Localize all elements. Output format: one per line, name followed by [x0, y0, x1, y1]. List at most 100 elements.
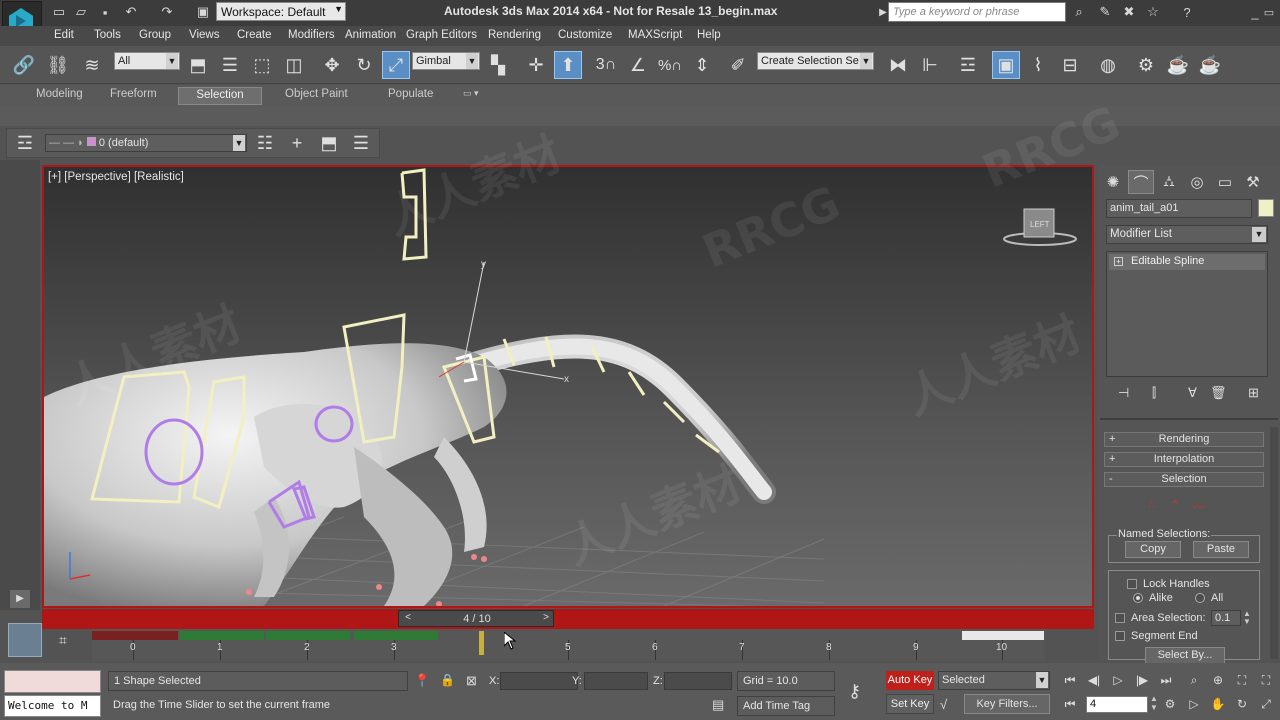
save-file-icon[interactable]: ▪	[96, 3, 114, 21]
bind-space-warp-icon[interactable]: ≋	[78, 51, 106, 79]
ribbon-options-icon[interactable]: ▭ ▾	[455, 87, 487, 105]
rollout-rendering[interactable]: + Rendering	[1104, 432, 1264, 447]
set-keys-key-icon[interactable]: ⚷	[848, 681, 861, 702]
object-color-swatch[interactable]	[1258, 199, 1274, 217]
rollout-selection[interactable]: - Selection	[1104, 472, 1264, 487]
pin-stack-icon[interactable]: ⊣	[1118, 385, 1129, 401]
selection-filter-dropdown[interactable]: All ▼	[114, 52, 180, 70]
menu-help[interactable]: Help	[697, 29, 721, 41]
motion-tab-icon[interactable]: ◎	[1184, 170, 1210, 194]
named-selection-dropdown[interactable]: Create Selection Se ▼	[757, 52, 874, 70]
configure-modifier-sets-icon[interactable]: ⊞	[1248, 385, 1259, 401]
help-icon[interactable]: ?	[1178, 3, 1196, 21]
alike-radio[interactable]	[1133, 593, 1143, 603]
select-in-layer-icon[interactable]: ⬒	[315, 129, 343, 157]
command-panel-scrollbar[interactable]	[1270, 427, 1278, 659]
select-and-move-icon[interactable]: ✥	[318, 51, 346, 79]
current-frame-marker[interactable]	[479, 631, 484, 655]
time-slider[interactable]: < 4 / 10 >	[398, 610, 554, 627]
zoom-extents-icon[interactable]: ⛶	[1232, 671, 1252, 689]
menu-customize[interactable]: Customize	[558, 29, 612, 41]
menu-tools[interactable]: Tools	[94, 29, 121, 41]
stack-item-editable-spline[interactable]: + Editable Spline	[1109, 254, 1265, 270]
render-setup-icon[interactable]: ⚙	[1132, 51, 1160, 79]
create-new-layer-icon[interactable]: ☷	[251, 129, 279, 157]
spinner-arrows-icon[interactable]: ▲ ▼	[1243, 610, 1251, 626]
add-to-layer-icon[interactable]: +	[283, 129, 311, 157]
spline-level-icon[interactable]: 〰	[1192, 498, 1204, 515]
tab-object-paint[interactable]: Object Paint	[277, 87, 356, 105]
y-coord-field[interactable]	[584, 672, 648, 690]
binoculars-icon[interactable]: ⌕	[1070, 3, 1088, 21]
viewcube[interactable]: LEFT	[1003, 208, 1077, 246]
object-name-field[interactable]: anim_tail_a01	[1106, 199, 1252, 218]
subscription-icon[interactable]: ✎	[1096, 3, 1114, 21]
key-filters-button[interactable]: Key Filters...	[964, 694, 1050, 714]
menu-create[interactable]: Create	[237, 29, 272, 41]
auto-key-button[interactable]: Auto Key	[886, 671, 934, 690]
material-editor-icon[interactable]: ◍	[1094, 51, 1122, 79]
menu-edit[interactable]: Edit	[54, 29, 74, 41]
goto-start-icon[interactable]: ⏮	[1060, 671, 1080, 689]
menu-maxscript[interactable]: MAXScript	[628, 29, 682, 41]
select-object-icon[interactable]: ⬒	[184, 51, 212, 79]
display-tab-icon[interactable]: ▭	[1212, 170, 1238, 194]
lock-handles-checkbox[interactable]	[1127, 579, 1137, 589]
angle-snap-icon[interactable]: ∠	[624, 51, 652, 79]
select-and-scale-icon[interactable]: ⤢	[382, 51, 410, 79]
pivot-center-icon[interactable]: ▚	[484, 51, 512, 79]
menu-animation[interactable]: Animation	[345, 29, 396, 41]
menu-graph-editors[interactable]: Graph Editors	[406, 29, 477, 41]
segment-level-icon[interactable]: ⌃	[1170, 498, 1180, 512]
utilities-tab-icon[interactable]: ⚒	[1240, 170, 1266, 194]
tab-modeling[interactable]: Modeling	[28, 87, 91, 105]
add-time-tag-field[interactable]: Add Time Tag	[737, 696, 835, 716]
key-mode-dropdown[interactable]: Selected ▼	[938, 671, 1050, 690]
vertex-level-icon[interactable]: ∴	[1148, 498, 1156, 512]
modifier-list-dropdown[interactable]: Modifier List ▼	[1106, 225, 1268, 244]
select-and-link-icon[interactable]: 🔗	[10, 51, 38, 79]
communication-icon[interactable]: ✖	[1120, 3, 1138, 21]
area-selection-spinner[interactable]: 0.1	[1211, 610, 1241, 626]
modifier-stack[interactable]: + Editable Spline	[1106, 251, 1268, 377]
align-icon[interactable]: ⊩	[916, 51, 944, 79]
edit-named-selection-icon[interactable]: ✐	[724, 51, 752, 79]
default-in-out-tangent-icon[interactable]: √	[940, 697, 947, 712]
select-by-name-icon[interactable]: ☰	[216, 51, 244, 79]
key-mode-toggle-icon[interactable]: ⏮	[1060, 695, 1080, 713]
maximize-viewport-icon[interactable]: ⤢	[1256, 695, 1276, 713]
expand-plus-icon[interactable]: +	[1114, 257, 1123, 266]
field-of-view-icon[interactable]: ▷	[1184, 695, 1204, 713]
absolute-mode-icon[interactable]: ⊠	[466, 673, 477, 689]
chevron-right-icon[interactable]: >	[539, 612, 553, 626]
area-selection-checkbox[interactable]	[1115, 613, 1125, 623]
maxscript-welcome-field[interactable]: Welcome to M	[4, 695, 101, 717]
mini-curve-editor-icon[interactable]: ⌗	[52, 632, 74, 654]
percent-snap-icon[interactable]: %∩	[656, 51, 684, 79]
previous-frame-icon[interactable]: ◀|	[1084, 671, 1104, 689]
open-file-icon[interactable]: ▱	[72, 3, 90, 21]
pan-view-icon[interactable]: ✋	[1208, 695, 1228, 713]
create-tab-icon[interactable]: ✺	[1100, 170, 1126, 194]
expand-viewport-layout-icon[interactable]: ▶	[10, 590, 30, 608]
current-frame-field[interactable]: 4	[1086, 696, 1148, 713]
play-icon[interactable]: ▷	[1108, 671, 1128, 689]
set-current-layer-icon[interactable]: ☰	[347, 129, 375, 157]
select-by-button[interactable]: Select By...	[1145, 647, 1225, 664]
zoom-extents-all-icon[interactable]: ⛶	[1256, 671, 1276, 689]
menu-rendering[interactable]: Rendering	[488, 29, 541, 41]
spinner-arrows-icon[interactable]: ▲ ▼	[1150, 694, 1158, 712]
make-unique-icon[interactable]: ∀	[1188, 385, 1197, 401]
favorites-star-icon[interactable]: ☆	[1144, 3, 1162, 21]
reference-coordinate-dropdown[interactable]: Gimbal ▼	[412, 52, 480, 70]
zoom-icon[interactable]: ⌕	[1184, 671, 1204, 689]
segment-end-checkbox[interactable]	[1115, 631, 1125, 641]
menu-group[interactable]: Group	[139, 29, 171, 41]
z-coord-field[interactable]	[664, 672, 732, 690]
rendered-frame-window-icon[interactable]: ☕	[1164, 51, 1192, 79]
mirror-icon[interactable]: ⧓	[884, 51, 912, 79]
viewport-label[interactable]: [+] [Perspective] [Realistic]	[48, 171, 184, 183]
select-and-manipulate-icon[interactable]: ✛	[522, 51, 550, 79]
render-production-icon[interactable]: ☕	[1196, 51, 1224, 79]
rollout-interpolation[interactable]: + Interpolation	[1104, 452, 1264, 467]
